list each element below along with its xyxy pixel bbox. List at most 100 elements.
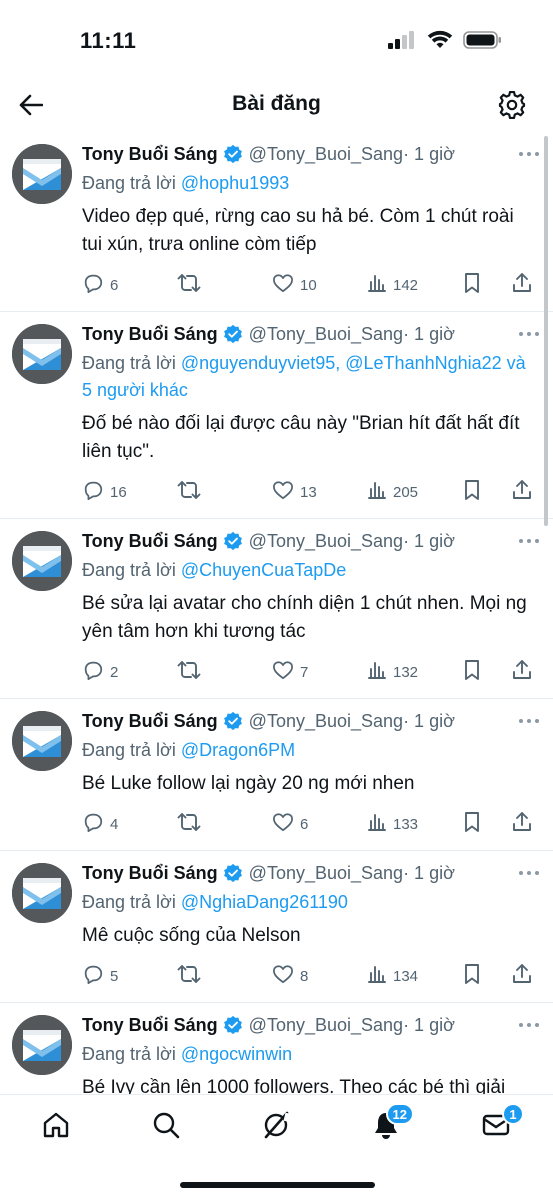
nav-notifications[interactable]: 12 (368, 1103, 414, 1145)
tweet-time: · 1 giờ (403, 1015, 455, 1035)
author-handle[interactable]: @Tony_Buoi_Sang (249, 142, 403, 166)
bookmark-button[interactable] (463, 963, 511, 989)
more-options-button[interactable] (517, 531, 541, 549)
tweet-actions: 2 7 132 (82, 646, 539, 698)
reply-to-link[interactable]: @Dragon6PM (181, 740, 295, 760)
avatar[interactable] (12, 863, 72, 923)
verified-badge-icon (223, 863, 243, 883)
tweet-actions: 5 8 134 (82, 950, 539, 1002)
author-handle[interactable]: @Tony_Buoi_Sang (249, 529, 403, 553)
nav-search[interactable] (148, 1109, 184, 1145)
like-button[interactable]: 10 (272, 273, 367, 297)
author-name[interactable]: Tony Buổi Sáng (82, 709, 218, 733)
nav-messages[interactable]: 1 (478, 1103, 524, 1145)
share-button[interactable] (511, 811, 533, 837)
reply-icon (82, 811, 104, 837)
scrollbar[interactable] (544, 136, 548, 526)
author-handle[interactable]: @Tony_Buoi_Sang (249, 709, 403, 733)
nav-grok[interactable] (258, 1109, 294, 1145)
more-options-button[interactable] (517, 863, 541, 881)
reply-context: Đang trả lời @ngocwinwin (82, 1041, 539, 1068)
reply-button[interactable]: 2 (82, 659, 177, 685)
home-indicator[interactable] (180, 1182, 375, 1188)
like-button[interactable]: 6 (272, 812, 367, 836)
bookmark-button[interactable] (463, 479, 511, 505)
reply-button[interactable]: 16 (82, 479, 177, 505)
reply-context: Đang trả lời @Dragon6PM (82, 737, 539, 764)
bar-chart-icon (367, 964, 387, 988)
avatar[interactable] (12, 144, 72, 204)
author-handle[interactable]: @Tony_Buoi_Sang (249, 1013, 403, 1037)
retweet-button[interactable] (177, 963, 272, 989)
more-options-button[interactable] (517, 324, 541, 342)
share-icon (511, 811, 533, 837)
reply-button[interactable]: 5 (82, 963, 177, 989)
share-button[interactable] (511, 659, 533, 685)
nav-home[interactable] (38, 1109, 74, 1145)
reply-prefix: Đang trả lời (82, 560, 176, 580)
reply-to-link[interactable]: @nguyenduyviet95 (181, 353, 335, 373)
reply-to-link-2[interactable]: @LeThanhNghia22 (345, 353, 501, 373)
tweet[interactable]: Tony Buổi Sáng @Tony_Buoi_Sang · 1 giờ Đ… (0, 851, 553, 1003)
reply-button[interactable]: 6 (82, 272, 177, 298)
reply-button[interactable]: 4 (82, 811, 177, 837)
author-name[interactable]: Tony Buổi Sáng (82, 322, 218, 346)
retweet-button[interactable] (177, 811, 272, 837)
avatar[interactable] (12, 711, 72, 771)
author-handle[interactable]: @Tony_Buoi_Sang (249, 861, 403, 885)
share-button[interactable] (511, 963, 533, 989)
share-button[interactable] (511, 272, 533, 298)
reply-to-link[interactable]: @ngocwinwin (181, 1044, 292, 1064)
settings-button[interactable] (495, 90, 529, 124)
verified-badge-icon (223, 144, 243, 164)
search-icon (151, 1110, 181, 1145)
share-icon (511, 479, 533, 505)
views-button[interactable]: 205 (367, 480, 463, 504)
avatar[interactable] (12, 531, 72, 591)
avatar[interactable] (12, 324, 72, 384)
reply-prefix: Đang trả lời (82, 740, 176, 760)
tweet[interactable]: Tony Buổi Sáng @Tony_Buoi_Sang · 1 giờ Đ… (0, 699, 553, 851)
retweet-button[interactable] (177, 272, 272, 298)
reply-to-link[interactable]: @ChuyenCuaTapDe (181, 560, 346, 580)
avatar[interactable] (12, 1015, 72, 1075)
more-options-button[interactable] (517, 1015, 541, 1033)
bookmark-icon (463, 963, 481, 989)
heart-icon (272, 480, 294, 504)
bar-chart-icon (367, 812, 387, 836)
tweet[interactable]: Tony Buổi Sáng @Tony_Buoi_Sang · 1 giờ Đ… (0, 132, 553, 312)
retweet-button[interactable] (177, 479, 272, 505)
tweet-text: Bé sửa lại avatar cho chính diện 1 chút … (82, 593, 527, 642)
tweet[interactable]: Tony Buổi Sáng @Tony_Buoi_Sang · 1 giờ Đ… (0, 519, 553, 699)
tweet[interactable]: Tony Buổi Sáng @Tony_Buoi_Sang · 1 giờ Đ… (0, 312, 553, 519)
author-handle[interactable]: @Tony_Buoi_Sang (249, 322, 403, 346)
reply-to-link[interactable]: @hophu1993 (181, 173, 289, 193)
reply-count: 4 (110, 815, 119, 833)
views-button[interactable]: 133 (367, 812, 463, 836)
author-name[interactable]: Tony Buổi Sáng (82, 529, 218, 553)
like-button[interactable]: 7 (272, 660, 367, 684)
tweet[interactable]: Tony Buổi Sáng @Tony_Buoi_Sang · 1 giờ Đ… (0, 1003, 553, 1094)
share-button[interactable] (511, 479, 533, 505)
more-options-button[interactable] (517, 711, 541, 729)
reply-to-link[interactable]: @NghiaDang261190 (181, 892, 348, 912)
bookmark-button[interactable] (463, 811, 511, 837)
views-button[interactable]: 142 (367, 273, 463, 297)
more-options-button[interactable] (517, 144, 541, 162)
heart-icon (272, 273, 294, 297)
views-button[interactable]: 132 (367, 660, 463, 684)
bookmark-button[interactable] (463, 272, 511, 298)
grok-icon (261, 1110, 291, 1145)
bookmark-icon (463, 479, 481, 505)
battery-icon (463, 30, 503, 55)
like-button[interactable]: 13 (272, 480, 367, 504)
author-name[interactable]: Tony Buổi Sáng (82, 1013, 218, 1037)
author-name[interactable]: Tony Buổi Sáng (82, 861, 218, 885)
like-button[interactable]: 8 (272, 964, 367, 988)
tweet-feed[interactable]: Tony Buổi Sáng @Tony_Buoi_Sang · 1 giờ Đ… (0, 132, 553, 1094)
share-icon (511, 272, 533, 298)
bookmark-button[interactable] (463, 659, 511, 685)
author-name[interactable]: Tony Buổi Sáng (82, 142, 218, 166)
retweet-button[interactable] (177, 659, 272, 685)
views-button[interactable]: 134 (367, 964, 463, 988)
